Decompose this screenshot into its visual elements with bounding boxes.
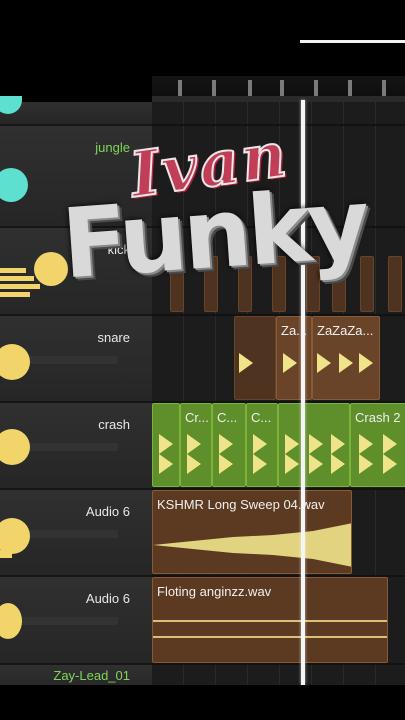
lane-audio6-a[interactable]: KSHMR Long Sweep 04.wav <box>152 490 405 577</box>
crash-clip[interactable]: Cr... <box>180 403 212 487</box>
waveform-line <box>153 620 387 622</box>
lane-crash[interactable]: Cr... C... C... Crash 2 <box>152 403 405 490</box>
crash-clip[interactable] <box>152 403 180 487</box>
volume-knob[interactable] <box>0 168 28 202</box>
snare-clip[interactable]: Za... <box>276 316 312 400</box>
clip-label: Cr... <box>185 410 209 425</box>
crash-clip[interactable]: C... <box>246 403 278 487</box>
clip-label: Crash 2 <box>355 410 401 425</box>
audio-clip[interactable]: Floting anginzz.wav <box>152 577 388 663</box>
track-header-audio6-a[interactable]: Audio 6 <box>0 490 152 577</box>
audio-clip[interactable]: KSHMR Long Sweep 04.wav <box>152 490 352 574</box>
ruler-tick <box>314 80 318 96</box>
lane-zay-lead[interactable] <box>152 665 405 687</box>
track-header-audio6-b[interactable]: Audio 6 <box>0 577 152 665</box>
track-header-partial[interactable] <box>0 96 152 126</box>
ruler-tick <box>178 80 182 96</box>
track-name: snare <box>97 330 130 345</box>
watermark-funky: Funky <box>58 167 370 301</box>
track-name: jungle <box>95 140 130 155</box>
ruler-tick <box>212 80 216 96</box>
track-name: Zay-Lead_01 <box>53 668 130 683</box>
kick-clip[interactable] <box>388 256 402 312</box>
crash-clip[interactable]: Crash 2 <box>350 403 405 487</box>
snare-clip[interactable] <box>234 316 276 400</box>
loop-region-marker[interactable] <box>300 40 405 43</box>
crash-clip[interactable] <box>278 403 350 487</box>
ruler-tick <box>382 80 386 96</box>
lane-snare[interactable]: Za... ZaZaZa... <box>152 316 405 403</box>
ruler-tick <box>280 80 284 96</box>
track-name: crash <box>98 417 130 432</box>
volume-knob[interactable] <box>0 344 30 380</box>
bottom-bar <box>0 685 405 720</box>
volume-fader[interactable] <box>18 617 118 625</box>
volume-knob[interactable] <box>0 96 22 114</box>
volume-fader[interactable] <box>18 530 118 538</box>
track-name: Audio 6 <box>85 504 130 519</box>
clip-label: Floting anginzz.wav <box>157 584 272 599</box>
volume-fader[interactable] <box>18 356 118 364</box>
lane-audio6-b[interactable]: Floting anginzz.wav <box>152 577 405 665</box>
track-header-crash[interactable]: crash <box>0 403 152 490</box>
waveform-line <box>153 636 387 638</box>
volume-knob[interactable] <box>0 429 30 465</box>
ruler-tick <box>248 80 252 96</box>
clip-label: C... <box>217 410 238 425</box>
volume-knob[interactable] <box>0 603 22 639</box>
clip-label: ZaZaZa... <box>317 323 374 338</box>
snare-clip[interactable]: ZaZaZa... <box>312 316 380 400</box>
track-name: Audio 6 <box>85 591 130 606</box>
meter-bar <box>0 550 12 558</box>
volume-fader[interactable] <box>18 443 118 451</box>
waveform <box>153 523 351 567</box>
ruler-tick <box>348 80 352 96</box>
daw-screen: jungle kick snare crash Audio 6 Audio 6 … <box>0 0 405 720</box>
track-header-snare[interactable]: snare <box>0 316 152 403</box>
crash-clip[interactable]: C... <box>212 403 246 487</box>
clip-label: KSHMR Long Sweep 04.wav <box>157 497 325 512</box>
clip-label: C... <box>251 410 272 425</box>
volume-knob[interactable] <box>0 518 30 554</box>
